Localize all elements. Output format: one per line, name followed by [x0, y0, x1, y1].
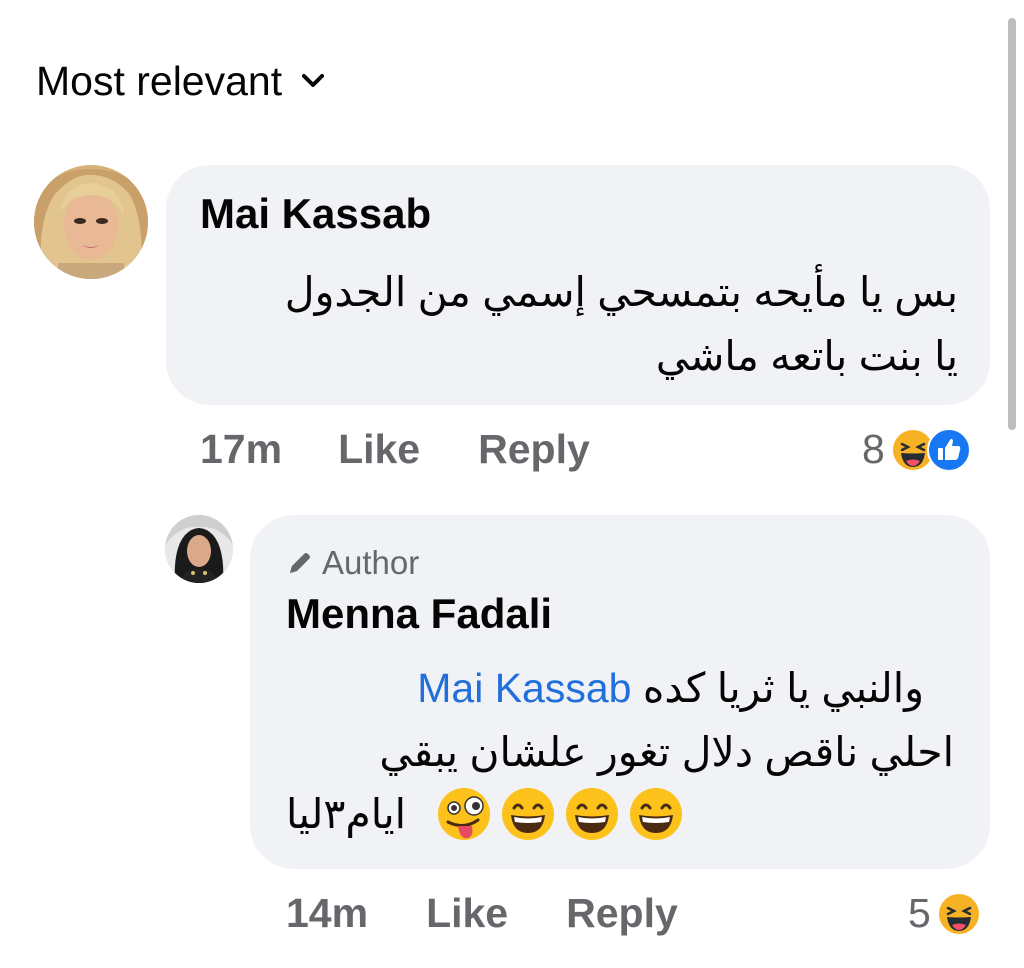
author-badge-label: Author [322, 544, 420, 581]
like-button[interactable]: Like [338, 426, 420, 473]
scrollbar[interactable] [1008, 18, 1016, 430]
reply-actions: 14m Like Reply [286, 890, 678, 937]
comment-text-line-1: بس يا مأيحه بتمسحي إسمي من الجدول [284, 269, 958, 315]
like-button[interactable]: Like [426, 890, 508, 937]
grinning-face-icon [630, 788, 683, 840]
comment-text-line-2: يا بنت باتعه ماشي [655, 333, 958, 379]
reaction-count: 5 [908, 890, 931, 936]
reaction-count: 8 [862, 426, 885, 472]
reply-text-part: ايام٣ليا [286, 791, 407, 837]
mention-link[interactable]: Mai Kassab [417, 665, 631, 711]
haha-icon [936, 891, 981, 936]
reply-text-line-1: والنبي يا ثريا كده Mai Kassab [417, 658, 924, 718]
sort-label: Most relevant [36, 57, 283, 104]
avatar-menna-fadali[interactable] [165, 515, 233, 583]
sort-dropdown[interactable]: Most relevant [36, 56, 328, 106]
pencil-icon [290, 553, 310, 573]
reply-button[interactable]: Reply [566, 890, 678, 937]
reaction-summary[interactable]: 5 [908, 890, 981, 937]
reply-author-name[interactable]: Menna Fadali [286, 590, 552, 638]
winking-tongue-face-icon [438, 788, 491, 840]
avatar-mai-kassab[interactable] [34, 165, 148, 279]
reply-text-part: والنبي يا ثريا كده [642, 665, 924, 711]
like-icon [926, 427, 971, 472]
comment-actions: 17m Like Reply [200, 426, 590, 473]
comment-author-name[interactable]: Mai Kassab [200, 190, 431, 238]
grinning-face-icon [502, 788, 555, 840]
reply-button[interactable]: Reply [478, 426, 590, 473]
reply-text-line-3: ايام٣ليا [286, 786, 692, 842]
grinning-face-icon [566, 788, 619, 840]
comment-timestamp: 17m [200, 426, 283, 472]
chevron-down-icon [302, 74, 325, 87]
reaction-summary[interactable]: 8 [862, 426, 971, 473]
reply-text-line-2: احلي ناقص دلال تغور علشان يبقي [379, 729, 954, 775]
author-badge: Author [286, 544, 419, 582]
reply-timestamp: 14m [286, 890, 369, 936]
